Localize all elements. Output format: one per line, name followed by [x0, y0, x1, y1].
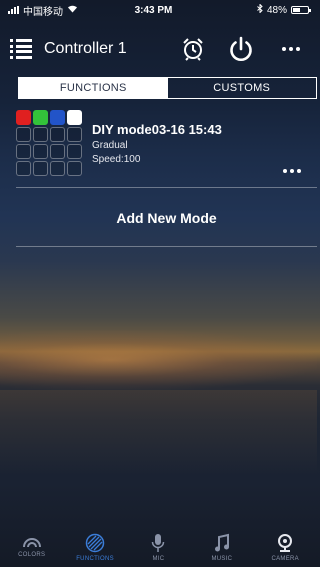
color-swatch	[50, 144, 65, 159]
color-swatch	[16, 161, 31, 176]
nav-mic[interactable]: MIC	[128, 533, 188, 562]
nav-label: MUSIC	[211, 556, 233, 562]
mode-options-icon[interactable]	[283, 169, 301, 173]
nav-label: MIC	[152, 556, 165, 562]
signal-icon	[8, 6, 19, 14]
bluetooth-icon	[257, 3, 263, 16]
tab-functions[interactable]: FUNCTIONS	[19, 78, 168, 98]
microphone-icon	[152, 534, 165, 552]
color-swatch	[50, 161, 65, 176]
sunset-glow	[0, 330, 317, 390]
color-swatch	[50, 110, 65, 125]
color-swatch-grid	[16, 110, 82, 187]
color-swatch	[50, 127, 65, 142]
camera-icon	[278, 534, 293, 552]
color-swatch	[67, 110, 82, 125]
mode-tabs: FUNCTIONS CUSTOMS	[18, 77, 317, 99]
nav-label: COLORS	[18, 552, 46, 558]
water-reflection	[0, 390, 317, 510]
alarm-clock-icon[interactable]	[177, 33, 209, 65]
menu-icon[interactable]	[10, 39, 32, 59]
wifi-icon	[67, 4, 78, 16]
color-swatch	[16, 144, 31, 159]
mode-effect: Gradual	[92, 140, 128, 151]
custom-mode-item[interactable]: DIY mode03-16 15:43 Gradual Speed:100	[16, 104, 317, 188]
mode-speed: Speed:100	[92, 154, 141, 165]
power-icon[interactable]	[225, 33, 257, 65]
color-swatch	[67, 144, 82, 159]
nav-label: FUNCTIONS	[76, 556, 114, 562]
music-note-icon	[214, 533, 229, 552]
color-swatch	[67, 161, 82, 176]
more-icon[interactable]	[275, 33, 307, 65]
color-swatch	[33, 110, 48, 125]
color-swatch	[16, 110, 31, 125]
color-swatch	[33, 127, 48, 142]
color-swatch	[33, 144, 48, 159]
color-swatch	[67, 127, 82, 142]
carrier-label: 中国移动	[23, 6, 63, 18]
color-wheel-icon	[22, 538, 41, 548]
status-bar: 中国移动 3:43 PM 48%	[0, 0, 317, 20]
app-header: Controller 1	[0, 26, 317, 72]
tab-customs[interactable]: CUSTOMS	[168, 78, 317, 98]
nav-camera[interactable]: CAMERA	[255, 533, 315, 562]
color-swatch	[16, 127, 31, 142]
battery-percent: 48%	[266, 4, 287, 16]
nav-label: CAMERA	[271, 556, 299, 562]
add-new-mode-button[interactable]: Add New Mode	[16, 189, 317, 247]
status-time: 3:43 PM	[134, 4, 173, 16]
page-title: Controller 1	[44, 40, 127, 57]
battery-icon	[291, 6, 311, 14]
nav-music[interactable]: MUSIC	[192, 533, 252, 562]
color-swatch	[33, 161, 48, 176]
nav-functions[interactable]: FUNCTIONS	[65, 533, 125, 562]
bottom-nav: COLORS FUNCTIONS MIC MUSIC CAMERA	[0, 533, 317, 567]
nav-colors[interactable]: COLORS	[2, 533, 62, 558]
functions-icon	[85, 533, 105, 553]
mode-name: DIY mode03-16 15:43	[92, 122, 222, 137]
